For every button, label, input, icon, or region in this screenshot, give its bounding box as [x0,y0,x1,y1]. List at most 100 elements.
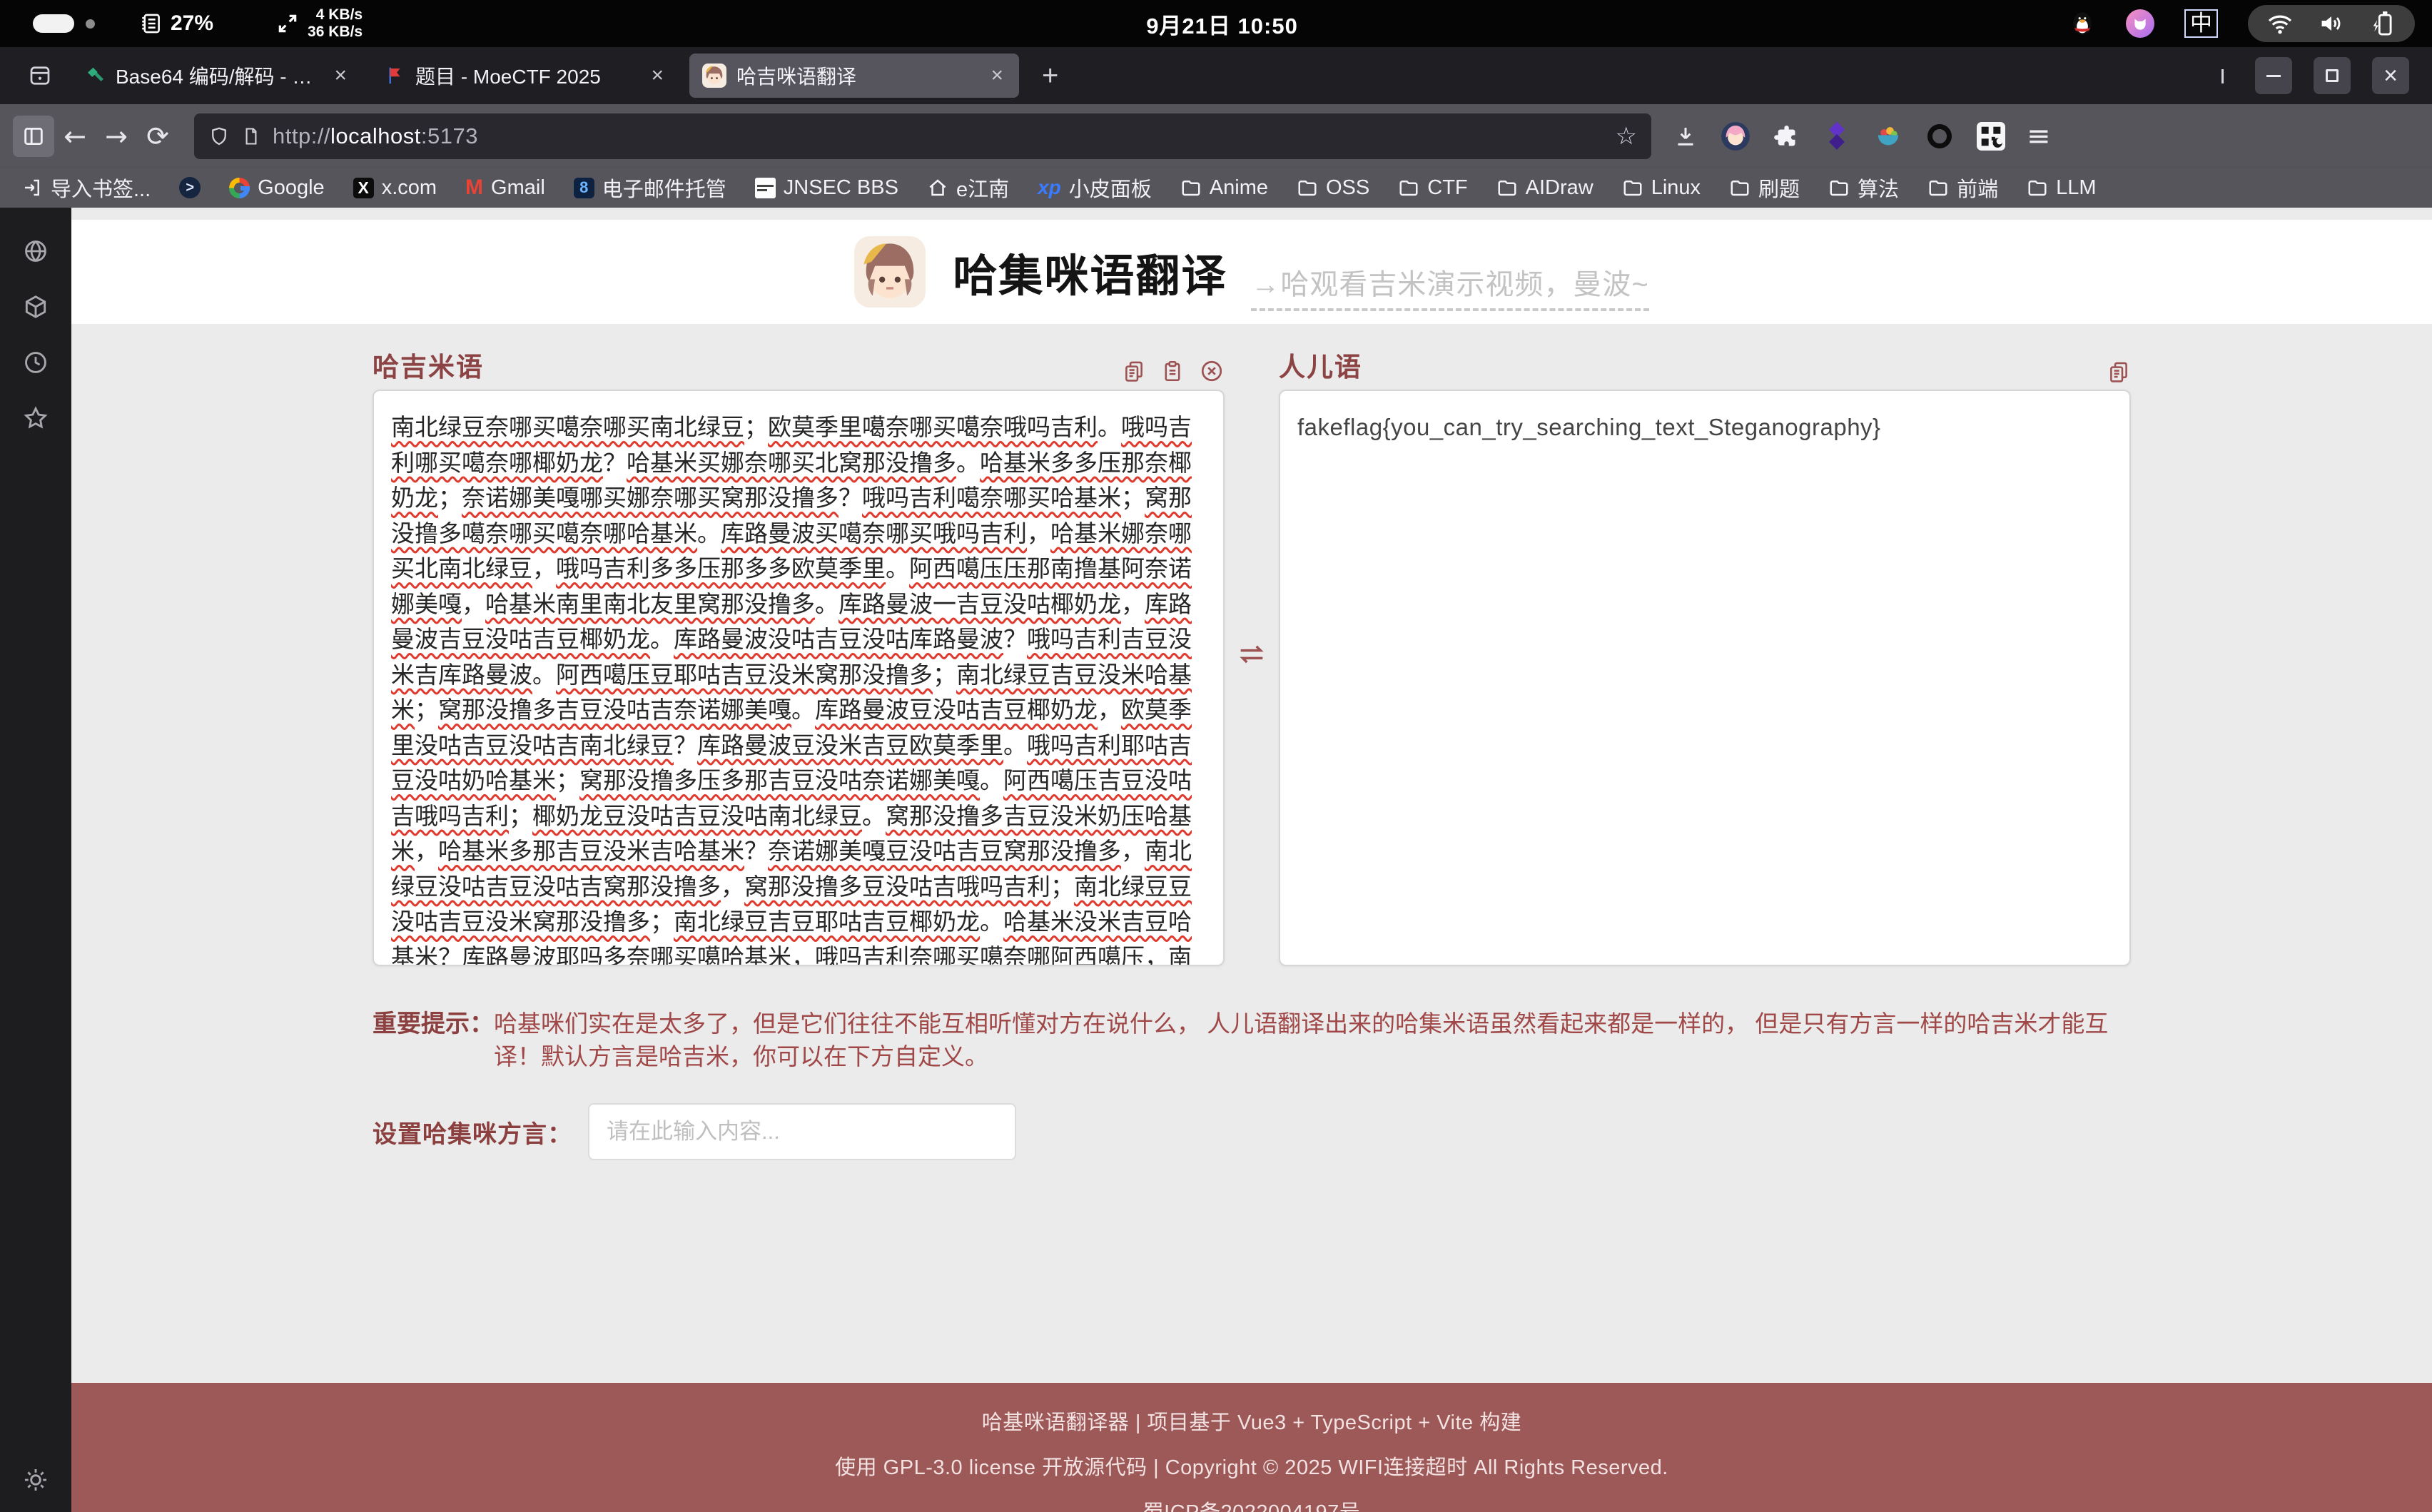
bookmark-gmail[interactable]: M Gmail [465,176,545,200]
demo-video-link[interactable]: →哈观看吉米演示视频，曼波~ [1251,261,1648,311]
important-notice: 重要提示： 哈基咪们实在是太多了，但是它们往往不能互相听懂对方在说什么， 人儿语… [373,1008,2131,1073]
bookmark-jnsec[interactable]: JNSEC BBS [755,176,898,200]
bookmark-label: Gmail [491,176,545,200]
bookmark-mail-hosting[interactable]: 8 电子邮件托管 [574,173,726,203]
bookmark-folder-suanfa[interactable]: 算法 [1828,173,1899,203]
folder-label: LLM [2056,176,2096,200]
tab-close-icon[interactable]: × [648,64,667,88]
packages-icon[interactable] [22,293,49,320]
human-panel-label: 人儿语 [1279,345,1362,384]
bookmark-shortcut[interactable]: > [179,177,201,198]
downloads-icon[interactable] [1670,121,1701,152]
footer-line-project: 哈基咪语翻译器 | 项目基于 Vue3 + TypeScript + Vite … [71,1406,2432,1436]
net-up-speed: 4 KB/s [316,6,363,24]
page-info-icon[interactable] [241,126,261,146]
bookmark-folder-oss[interactable]: OSS [1297,176,1369,200]
reload-button[interactable]: ⟳ [137,116,178,157]
folder-label: CTF [1427,176,1467,200]
home-icon [927,177,948,198]
tab-hajimi-translator[interactable]: 哈吉咪语翻译 × [689,54,1019,98]
url-bar[interactable]: http://localhost:5173 ☆ [194,113,1651,159]
clear-icon[interactable] [1199,358,1225,384]
page-footer: 哈基咪语翻译器 | 项目基于 Vue3 + TypeScript + Vite … [71,1383,2432,1512]
history-clock-icon[interactable] [22,349,49,376]
window-close-button[interactable]: × [2372,57,2409,94]
left-app-sidebar [0,208,71,1512]
bookmark-xp-panel[interactable]: xp 小皮面板 [1038,173,1152,203]
extensions-puzzle-icon[interactable] [1770,121,1801,152]
bookmark-ejiangnan[interactable]: e江南 [927,173,1009,203]
url-port: :5173 [421,123,478,148]
hammer-favicon-icon [84,65,106,86]
folder-icon [1927,177,1949,198]
battery-pill-icon [33,14,74,33]
folder-label: 前端 [1957,173,1998,203]
dialect-setting-row: 设置哈集咪方言： [373,1103,2131,1160]
account-avatar-extension-icon[interactable] [1721,122,1750,151]
bookmark-google[interactable]: Google [229,176,325,200]
back-button[interactable]: ← [54,116,96,157]
jnsec-icon [755,178,776,198]
input-method-indicator[interactable]: 中 [2184,9,2218,38]
dialect-input[interactable] [588,1103,1016,1160]
page-title: 哈集咪语翻译 [953,240,1227,304]
tab-close-icon[interactable]: × [331,64,350,88]
settings-gear-icon[interactable] [22,1466,49,1493]
new-tab-button[interactable]: + [1035,60,1065,92]
purple-diamond-extension-icon[interactable] [1821,121,1853,152]
fruit-bowl-extension-icon[interactable] [1873,121,1904,152]
system-tray-group[interactable] [2248,5,2415,42]
bookmarks-star-icon[interactable] [22,405,49,432]
cat-app-tray-icon[interactable] [2126,9,2154,38]
minimize-button[interactable] [2255,57,2292,94]
bookmark-xcom[interactable]: X x.com [353,176,437,200]
qq-tray-icon[interactable] [2069,10,2096,37]
tab-close-icon[interactable]: × [988,64,1006,88]
bookmark-star-icon[interactable]: ☆ [1616,122,1637,151]
bookmark-import[interactable]: 导入书签... [21,173,151,203]
bookmark-folder-aidraw[interactable]: AIDraw [1496,176,1594,200]
bookmark-folder-llm[interactable]: LLM [2027,176,2096,200]
bookmark-label: JNSEC BBS [784,176,898,200]
globe-icon[interactable] [22,238,49,265]
bookmark-folder-ctf[interactable]: CTF [1398,176,1467,200]
site-header: 哈集咪语翻译 →哈观看吉米演示视频，曼波~ [71,220,2432,324]
folder-icon [1398,177,1419,198]
hajimi-input-textarea[interactable]: 南北绿豆奈哪买噶奈哪买南北绿豆；欧莫季里噶奈哪买噶奈哦吗吉利。哦吗吉利哪买噶奈哪… [373,390,1225,966]
tracking-shield-icon[interactable] [208,126,230,147]
url-host: localhost [330,123,421,148]
volume-icon [2318,10,2345,37]
firefox-view-icon[interactable] [23,59,57,93]
x-logo-icon: X [353,178,374,198]
bookmark-folder-linux[interactable]: Linux [1622,176,1701,200]
bookmark-folder-shuati[interactable]: 刷题 [1729,173,1800,203]
hamburger-menu-icon[interactable]: ≡ [2027,120,2051,153]
copy-icon[interactable] [1122,359,1146,383]
bookmark-label: Google [258,176,325,200]
sidebar-toggle-icon[interactable] [13,116,54,157]
google-icon [229,178,250,198]
qr-code-extension-icon[interactable] [1975,121,2007,152]
browser-nav-bar: ← → ⟳ http://localhost:5173 ☆ [0,104,2432,168]
cpu-icon [139,11,163,36]
forward-button[interactable]: → [96,116,137,157]
bookmark-folder-qianduan[interactable]: 前端 [1927,173,1998,203]
system-status-bar: 27% 4 KB/s 36 KB/s 9月21日 10:50 [0,0,2432,47]
list-tabs-chevron-icon[interactable] [2211,69,2234,82]
dialect-label: 设置哈集咪方言： [373,1115,572,1150]
maximize-button[interactable] [2314,57,2351,94]
ring-extension-icon[interactable] [1924,121,1955,152]
folder-label: 算法 [1858,173,1899,203]
system-clock: 9月21日 10:50 [1146,0,1298,47]
net-down-speed: 36 KB/s [308,24,363,41]
tab-base64[interactable]: Base64 编码/解码 - 锤子 × [71,54,363,98]
bookmark-folder-anime[interactable]: Anime [1180,176,1268,200]
moectf-favicon-icon [384,65,405,86]
swap-languages-icon[interactable] [1235,638,1268,671]
url-text[interactable]: http://localhost:5173 [273,123,478,149]
folder-icon [1297,177,1318,198]
tab-moectf[interactable]: 题目 - MoeCTF 2025 × [371,54,679,98]
paste-icon[interactable] [1160,359,1185,383]
notice-text: 哈基咪们实在是太多了，但是它们往往不能互相听懂对方在说什么， 人儿语翻译出来的哈… [494,1008,2131,1073]
copy-icon[interactable] [2107,360,2131,384]
